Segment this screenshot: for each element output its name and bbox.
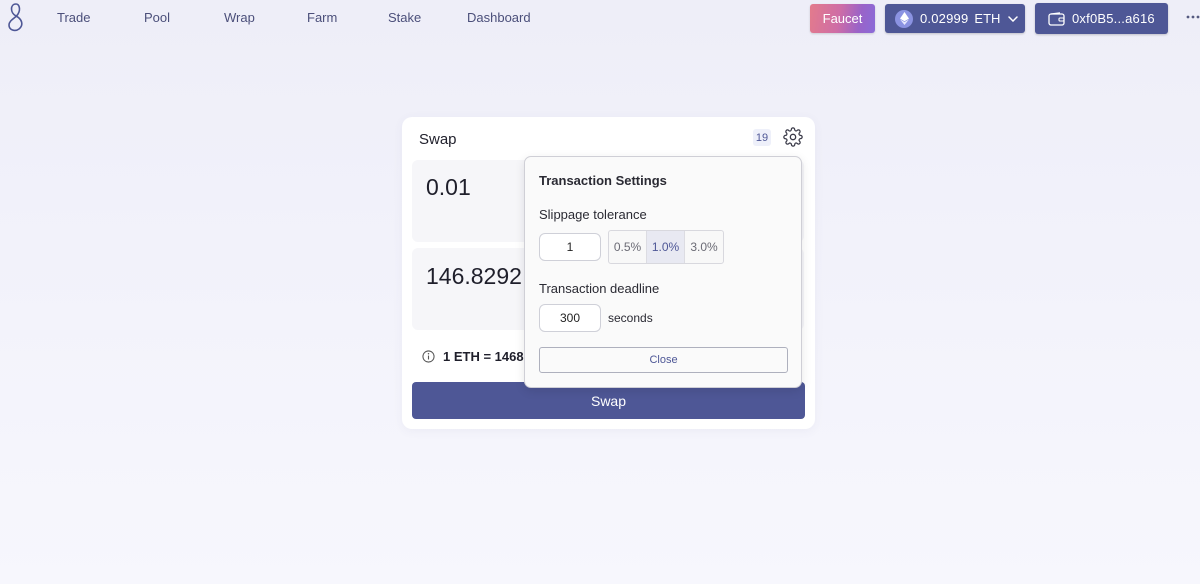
- slippage-option-0-5[interactable]: 0.5%: [609, 231, 647, 263]
- wallet-button[interactable]: 0xf0B5...a616: [1035, 3, 1168, 34]
- deadline-input[interactable]: [539, 304, 601, 332]
- gear-icon[interactable]: [783, 127, 803, 147]
- slippage-option-1-0[interactable]: 1.0%: [647, 231, 685, 263]
- deadline-label: Transaction deadline: [539, 281, 660, 296]
- logo-icon[interactable]: [4, 1, 28, 33]
- chevron-down-icon: [1008, 15, 1019, 22]
- ethereum-icon: [895, 9, 913, 28]
- slippage-input[interactable]: [539, 233, 601, 261]
- exchange-rate-text: 1 ETH = 14682: [443, 349, 531, 364]
- swap-title: Swap: [419, 131, 457, 148]
- nav-dashboard[interactable]: Dashboard: [467, 10, 531, 25]
- info-icon: [422, 350, 435, 363]
- balance-amount: 0.02999: [920, 11, 969, 26]
- wallet-icon: [1048, 11, 1065, 26]
- slippage-label: Slippage tolerance: [539, 207, 647, 222]
- nav-trade[interactable]: Trade: [57, 10, 90, 25]
- close-button[interactable]: Close: [539, 347, 788, 373]
- settings-title: Transaction Settings: [539, 173, 667, 188]
- exchange-rate-row: 1 ETH = 14682: [422, 349, 531, 364]
- slippage-badge: 19: [753, 129, 771, 146]
- nav-wrap[interactable]: Wrap: [224, 10, 255, 25]
- wallet-address: 0xf0B5...a616: [1072, 11, 1155, 26]
- transaction-settings-popover: Transaction Settings Slippage tolerance …: [524, 156, 802, 388]
- balance-button[interactable]: 0.02999 ETH: [885, 4, 1025, 33]
- nav-farm[interactable]: Farm: [307, 10, 337, 25]
- close-button-label: Close: [649, 354, 678, 366]
- ellipsis-icon[interactable]: [1186, 13, 1200, 21]
- deadline-unit: seconds: [608, 311, 653, 325]
- faucet-button[interactable]: Faucet: [810, 4, 875, 33]
- nav-stake[interactable]: Stake: [388, 10, 421, 25]
- slippage-options: 0.5% 1.0% 3.0%: [608, 230, 724, 264]
- balance-unit: ETH: [974, 11, 1001, 26]
- nav-pool[interactable]: Pool: [144, 10, 170, 25]
- faucet-label: Faucet: [822, 11, 863, 26]
- swap-button-label: Swap: [590, 392, 627, 409]
- top-navigation: Trade Pool Wrap Farm Stake Dashboard Fau…: [0, 0, 1200, 36]
- slippage-option-3-0[interactable]: 3.0%: [685, 231, 723, 263]
